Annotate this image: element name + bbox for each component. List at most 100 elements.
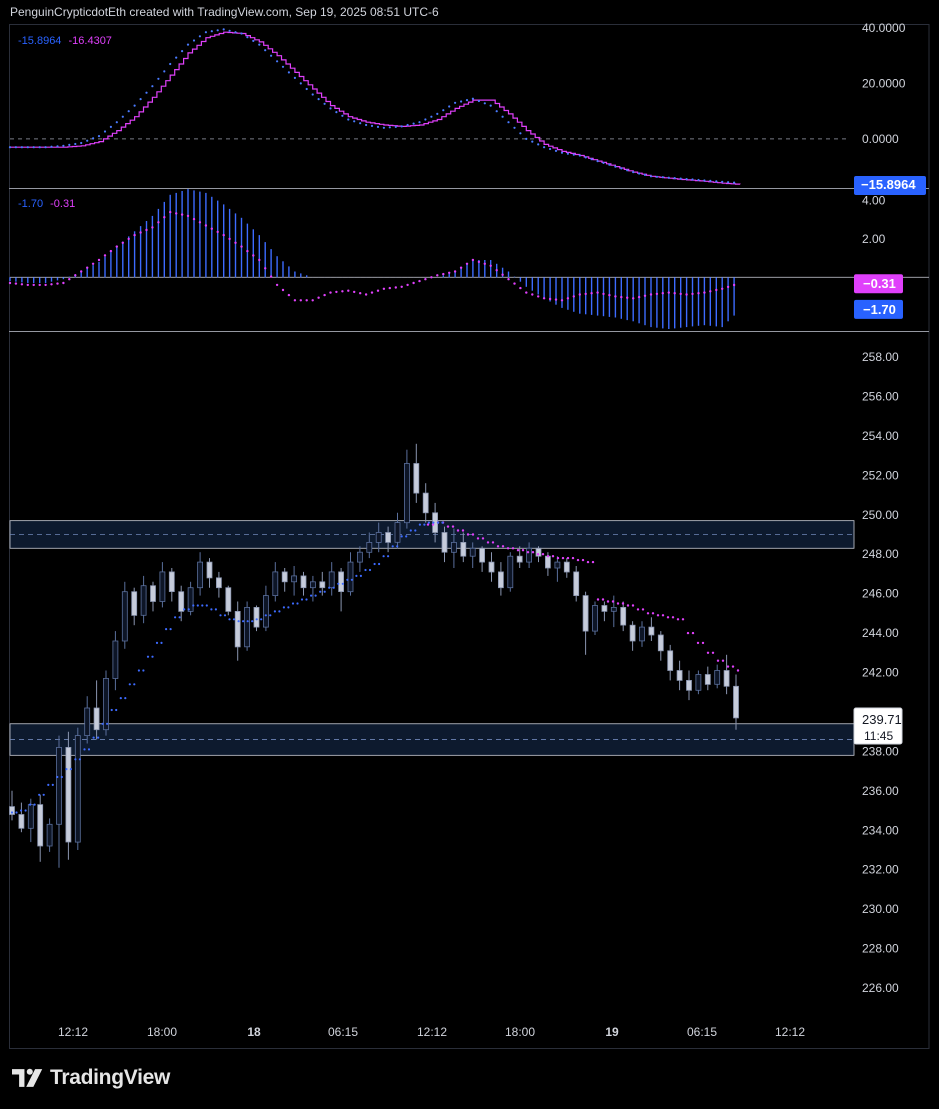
pane2-magenta-dot: [56, 282, 59, 285]
pane1-blue-dot: [382, 126, 385, 129]
price-tick-label: 236.00: [862, 784, 899, 798]
pane1-blue-dot: [376, 125, 380, 128]
candle-body: [394, 522, 401, 543]
pane1-blue-dot: [596, 160, 599, 163]
pane1-blue-dot: [454, 101, 457, 104]
pane1-blue-dot: [240, 32, 243, 35]
pane2-magenta-dot: [620, 295, 623, 299]
pane1-blue-dot: [697, 178, 700, 182]
pane2-magenta-dot: [151, 226, 154, 229]
price-upper-dot: [496, 545, 500, 548]
price-lower-dot: [106, 722, 109, 725]
pane2-magenta-dot: [8, 281, 12, 285]
price-lower-dot: [278, 610, 281, 613]
pane1-blue-dot: [424, 118, 427, 121]
pane2-magenta-dot: [26, 283, 29, 287]
tradingview-logo[interactable]: TradingView: [12, 1066, 170, 1090]
price-lower-dot: [328, 586, 331, 589]
pane2-magenta-dot: [38, 283, 41, 287]
candle-body: [168, 571, 175, 593]
price-lower-dot: [47, 783, 50, 787]
candle-body: [366, 542, 373, 553]
pane2-magenta-dot: [169, 210, 172, 214]
pane1-blue-dot: [163, 70, 166, 73]
pane2-magenta-dot: [459, 266, 463, 269]
pane2-magenta-dot: [20, 283, 24, 286]
pane2-magenta-dot: [465, 262, 469, 265]
pane1-blue-dot: [418, 121, 421, 124]
pane2-magenta-dot: [453, 270, 457, 273]
pane1-blue-dot: [228, 29, 231, 32]
price-upper-dot: [521, 549, 525, 552]
pane2-magenta-dot: [86, 266, 89, 269]
pane2-magenta-dot: [412, 281, 415, 285]
pane1-blue-dot: [264, 49, 267, 52]
price-lower-dot: [29, 803, 32, 806]
pane1-blue-dot: [270, 54, 273, 57]
pane2-magenta-dot: [311, 299, 314, 302]
price-upper-dot: [556, 556, 560, 560]
pane1-blue-dot: [92, 137, 95, 140]
time-axis-label: 12:12: [58, 1025, 88, 1039]
pane1-blue-dot: [703, 179, 706, 182]
pane1-blue-dot: [673, 177, 676, 180]
pane1-blue-dot: [299, 82, 302, 85]
pane2-magenta-dot: [649, 293, 653, 296]
price-lower-dot: [296, 602, 299, 605]
pane2-magenta-dot: [667, 291, 670, 294]
pane1-blue-dot: [531, 140, 534, 143]
price-lower-dot: [368, 568, 372, 572]
chart-canvas[interactable]: 40.0000 20.0000 0.0000 −15.8964 4.00 2.00 −0.3…: [0, 0, 939, 1109]
pane1-blue-dot: [667, 176, 670, 179]
price-lower-dot: [20, 809, 23, 812]
candle-body: [140, 585, 147, 616]
pane2-magenta-dot: [157, 221, 160, 224]
price-tick-label: 242.00: [862, 666, 899, 680]
price-lower-dot: [83, 748, 86, 751]
pane1-blue-dot: [685, 178, 688, 181]
pane2-legend-magenta: -0.31: [50, 198, 76, 210]
candle-body: [27, 804, 34, 829]
pane2-magenta-dot: [133, 233, 136, 237]
price-lower-dot: [337, 582, 340, 585]
pane2-magenta-dot: [228, 237, 231, 241]
candle-body: [554, 561, 561, 569]
pane2-magenta-dot: [186, 214, 190, 218]
pane2-magenta-dot: [548, 297, 552, 301]
pane2-magenta-dot: [590, 292, 593, 295]
price-lower-dot: [92, 736, 95, 739]
pane1-blue-dot: [234, 31, 237, 34]
candle-body: [215, 577, 222, 589]
price-upper-dot: [716, 659, 720, 662]
price-upper-dot: [426, 523, 430, 526]
price-upper-dot: [731, 665, 735, 668]
price-tick-label: 252.00: [862, 468, 899, 482]
price-upper-dot: [721, 659, 725, 662]
pane2-magenta-dot: [519, 286, 522, 290]
pane1-blue-dot: [430, 115, 433, 118]
price-lower-dot: [219, 614, 222, 617]
price-upper-dot: [481, 537, 485, 540]
price-tick-label: 250.00: [862, 508, 899, 522]
price-lower-dot: [60, 775, 63, 779]
price-tick-label: 256.00: [862, 389, 899, 403]
pane2-magenta-dot: [721, 287, 724, 290]
price-upper-dot: [596, 598, 600, 601]
pane2-magenta-dot: [234, 241, 237, 244]
pane2-magenta-dot: [341, 290, 344, 293]
price-upper-dot: [706, 651, 710, 654]
candle-body: [413, 463, 420, 494]
pane2-magenta-dot: [703, 291, 706, 294]
price-lower-dot: [205, 604, 208, 607]
tradingview-logo-icon: [12, 1068, 43, 1087]
price-upper-dot: [701, 641, 705, 645]
pane2-magenta-dot: [252, 254, 255, 257]
price-upper-dot: [551, 555, 555, 558]
chart-header: PenguinCrypticdotEth created with Tradin…: [10, 5, 439, 19]
price-lower-dot: [146, 655, 150, 658]
price-upper-dot: [581, 558, 585, 562]
pane2-magenta-dot: [299, 299, 302, 302]
pane1-blue-dot: [175, 56, 178, 59]
price-lower-dot: [142, 669, 145, 672]
pane1-blue-dot: [181, 50, 184, 53]
